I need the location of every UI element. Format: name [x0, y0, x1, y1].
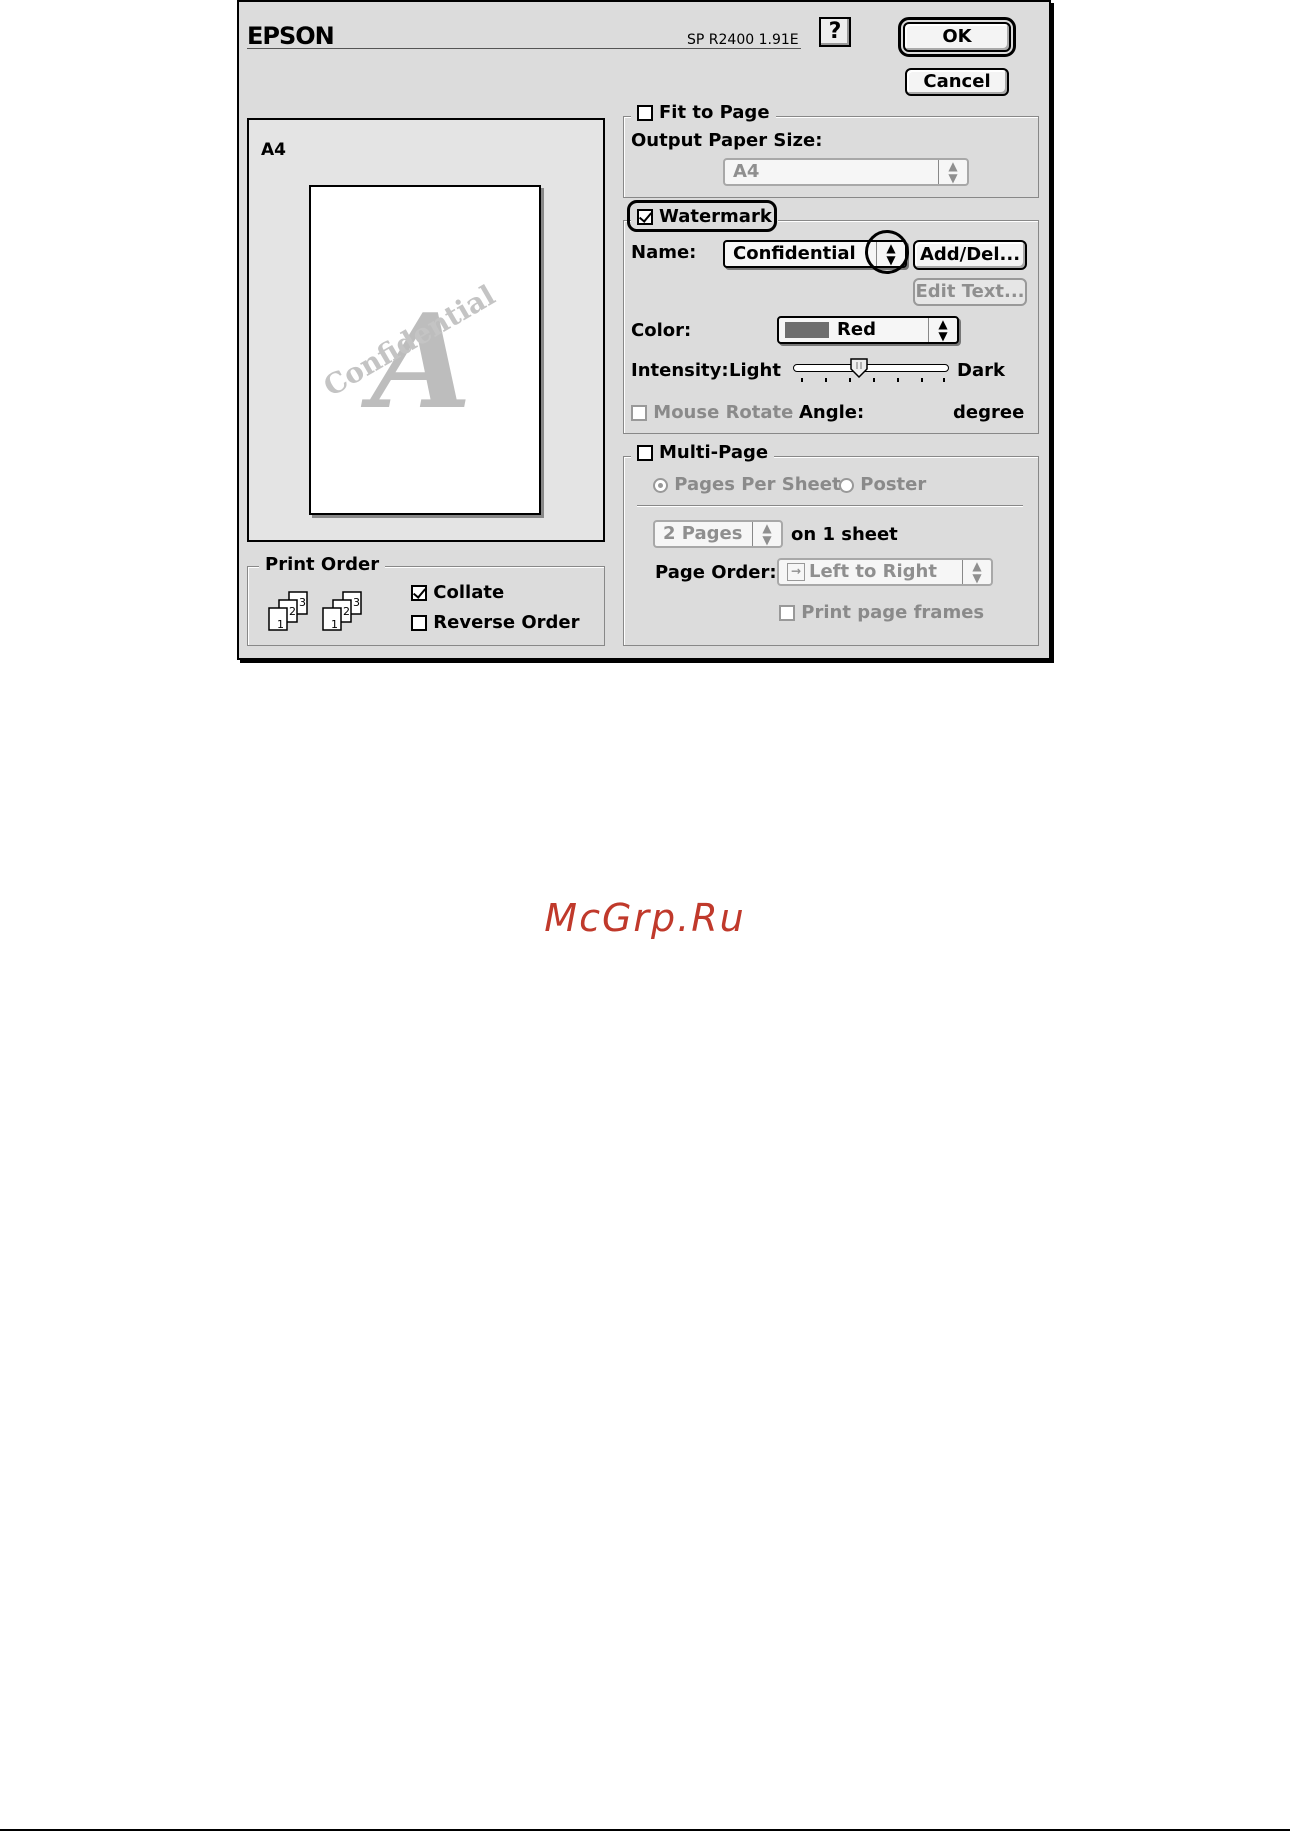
watermark-name-label: Name:: [631, 242, 697, 263]
pages-per-sheet-option[interactable]: Pages Per Sheet: [653, 474, 841, 495]
color-swatch: [785, 322, 829, 338]
icon-digit-1b: 1: [331, 618, 338, 631]
fit-to-page-title[interactable]: Fit to Page: [631, 102, 776, 123]
page-order-select[interactable]: → Left to Right ▲ ▼: [777, 558, 993, 586]
site-watermark-text: McGrp.Ru: [544, 896, 746, 940]
updown-arrows-icon: ▲ ▼: [962, 560, 991, 584]
multi-page-divider: [637, 505, 1023, 507]
output-paper-size-value: A4: [733, 161, 760, 182]
printer-settings-dialog: EPSON SP R2400 1.91E ? OK Cancel A4 A Co…: [237, 0, 1051, 660]
help-button[interactable]: ?: [819, 17, 851, 47]
intensity-tick-marks: [801, 378, 945, 382]
icon-digit-3a: 3: [299, 596, 306, 609]
updown-arrows-icon: ▲ ▼: [752, 522, 781, 546]
icon-digit-2a: 2: [289, 605, 296, 618]
reverse-order-checkbox[interactable]: [411, 615, 427, 631]
multi-page-title[interactable]: Multi-Page: [631, 442, 775, 463]
collate-label: Collate: [433, 582, 505, 603]
intensity-label: Intensity:: [631, 360, 729, 381]
print-order-title: Print Order: [259, 554, 386, 575]
poster-option[interactable]: Poster: [839, 474, 926, 495]
multi-page-checkbox[interactable]: [637, 444, 653, 461]
collate-pages-icon: 3 2 1 3 2 1: [268, 591, 362, 631]
angle-label: Angle:: [799, 402, 865, 423]
pages-count-value: 2 Pages: [663, 523, 743, 544]
color-value: Red: [837, 319, 876, 340]
print-order-label: Print Order: [265, 554, 380, 575]
degree-label: degree: [953, 402, 1025, 423]
epson-logo: EPSON: [247, 22, 335, 50]
poster-label: Poster: [860, 474, 927, 495]
updown-arrows-icon: ▲ ▼: [928, 318, 957, 342]
color-select[interactable]: Red ▲ ▼: [777, 316, 959, 344]
page-footer-rule: [0, 1829, 1290, 1831]
mouse-rotate-option[interactable]: Mouse Rotate: [631, 402, 793, 423]
poster-radio[interactable]: [839, 477, 854, 493]
mouse-rotate-checkbox[interactable]: [631, 405, 647, 421]
print-page-frames-label: Print page frames: [801, 602, 985, 623]
watermark-name-value: Confidential: [733, 243, 856, 264]
multi-page-label: Multi-Page: [659, 442, 769, 463]
color-label: Color:: [631, 320, 692, 341]
output-paper-size-label: Output Paper Size:: [631, 130, 823, 151]
printer-model-label: SP R2400 1.91E: [687, 32, 799, 48]
watermark-highlight-ring: [627, 200, 777, 232]
arrow-right-icon: →: [787, 563, 805, 581]
icon-digit-2b: 2: [343, 605, 350, 618]
header-divider: [247, 48, 801, 49]
intensity-slider-thumb[interactable]: [850, 358, 868, 379]
print-page-frames-checkbox[interactable]: [779, 605, 795, 621]
updown-arrows-icon: ▲ ▼: [938, 160, 967, 184]
intensity-light-label: Light: [729, 360, 781, 381]
icon-digit-3b: 3: [353, 596, 360, 609]
reverse-order-option[interactable]: Reverse Order: [411, 612, 580, 633]
page-order-value: Left to Right: [809, 561, 937, 582]
mouse-rotate-label: Mouse Rotate: [653, 402, 794, 423]
icon-digit-1a: 1: [277, 618, 284, 631]
name-arrows-highlight-ring: [865, 230, 909, 274]
print-page-frames-option[interactable]: Print page frames: [779, 602, 984, 623]
pages-per-sheet-radio[interactable]: [653, 477, 668, 493]
on-sheet-label: on 1 sheet: [791, 524, 898, 545]
intensity-slider-track: [793, 364, 949, 372]
edit-text-button[interactable]: Edit Text...: [913, 278, 1027, 306]
preview-paper: A Confidential: [309, 185, 541, 515]
page-preview: A4 A Confidential: [247, 118, 605, 542]
intensity-dark-label: Dark: [957, 360, 1005, 381]
collate-option[interactable]: Collate: [411, 582, 504, 603]
page-order-label: Page Order:: [655, 562, 777, 583]
output-paper-size-select[interactable]: A4 ▲ ▼: [723, 158, 969, 186]
ok-button[interactable]: OK: [898, 17, 1016, 57]
watermark-preview-graphic: A Confidential: [318, 279, 501, 438]
add-del-button[interactable]: Add/Del...: [913, 240, 1027, 270]
cancel-button[interactable]: Cancel: [905, 68, 1009, 96]
intensity-slider[interactable]: [791, 356, 951, 386]
collate-checkbox[interactable]: [411, 585, 427, 601]
pages-per-sheet-label: Pages Per Sheet: [674, 474, 841, 495]
paper-size-label: A4: [261, 140, 286, 160]
fit-to-page-checkbox[interactable]: [637, 104, 653, 121]
reverse-order-label: Reverse Order: [433, 612, 580, 633]
fit-to-page-label: Fit to Page: [659, 102, 770, 123]
pages-count-select[interactable]: 2 Pages ▲ ▼: [653, 520, 783, 548]
